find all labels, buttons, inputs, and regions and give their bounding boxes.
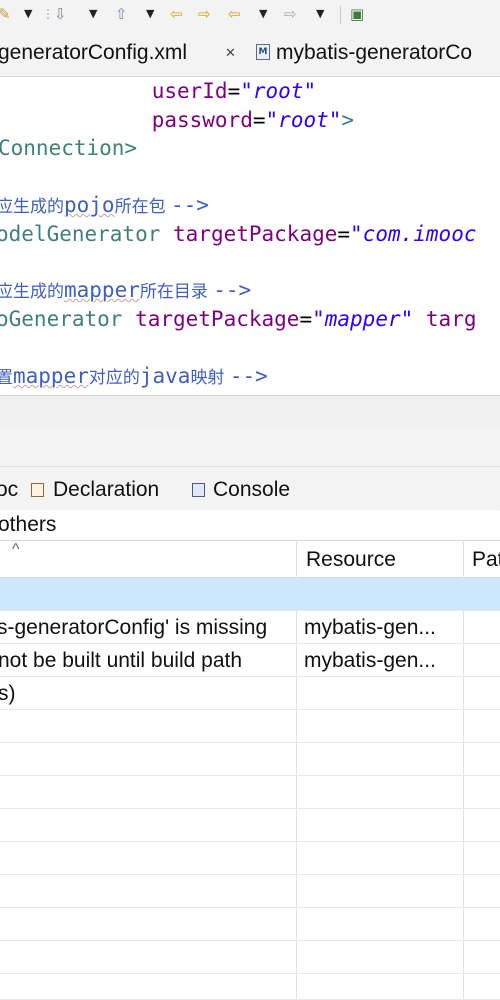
code-line: oGenerator targetPackage="mapper" targ [0, 307, 477, 331]
next-annotation-icon[interactable]: ⇩ [54, 4, 67, 24]
problem-description: s) [0, 682, 16, 705]
table-row[interactable] [0, 842, 500, 875]
code-line: odelGenerator targetPackage="com.imooc [0, 222, 477, 246]
dropdown-arrow-icon[interactable]: ▼ [146, 4, 154, 24]
table-row[interactable] [0, 974, 500, 1000]
tab-mybatis-generatorconfig[interactable]: mybatis-generatorCo [276, 38, 472, 68]
code-comment: 应生成的mapper所在目录 --> [0, 278, 252, 302]
dropdown-arrow-icon[interactable]: ▼ [24, 4, 32, 24]
problem-description [0, 578, 294, 611]
panel-splitter[interactable] [0, 428, 500, 466]
back-icon[interactable]: ⇦ [170, 4, 183, 24]
column-header-path[interactable]: Pat [472, 541, 500, 579]
dropdown-arrow-icon[interactable]: ▼ [316, 4, 324, 24]
problem-description: s-generatorConfig' is missing [0, 616, 268, 639]
table-row[interactable]: s) [0, 677, 500, 710]
dropdown-arrow-icon[interactable]: ▼ [89, 4, 97, 24]
problem-resource: mybatis-gen... [304, 616, 436, 639]
table-row[interactable] [0, 776, 500, 809]
close-tab-icon[interactable]: ✕ [225, 39, 236, 67]
open-perspective-icon[interactable]: ▣ [350, 4, 364, 24]
code-line: userId="root" [151, 79, 317, 103]
forward-icon[interactable]: ⇨ [198, 4, 211, 24]
declaration-icon [31, 483, 44, 497]
tab-declaration[interactable]: Declaration [53, 475, 159, 505]
tab-javadoc[interactable]: oc [0, 475, 18, 505]
dropdown-arrow-icon[interactable]: ▼ [259, 4, 267, 24]
previous-annotation-icon[interactable]: ⇧ [115, 4, 128, 24]
tab-generatorconfig-xml[interactable]: generatorConfig.xml [0, 38, 187, 68]
problem-resource: mybatis-gen... [304, 649, 436, 672]
problem-resource [304, 677, 460, 710]
table-row[interactable] [0, 578, 500, 611]
problem-description: not be built until build path [0, 649, 243, 672]
table-row[interactable] [0, 710, 500, 743]
toolbar-separator [340, 6, 341, 24]
xml-file-icon: M [256, 44, 270, 60]
editor-tab-bar: generatorConfig.xml ✕ M mybatis-generato… [0, 30, 500, 77]
problems-table-header: ^ Resource Pat [0, 540, 500, 578]
main-toolbar: ✎ ▼ ⋮ ⇩ ▼ ⇧ ▼ ⇦ ⇨ ⇦ ▼ ⇨ ▼ ▣ [0, 0, 500, 30]
table-row[interactable] [0, 809, 500, 842]
sort-ascending-icon[interactable]: ^ [12, 543, 32, 581]
last-edit-location-icon[interactable]: ⇦ [228, 4, 241, 24]
xml-editor[interactable]: userId="root" password="root"> Connectio… [0, 77, 500, 395]
view-tab-bar: oc Declaration Console [0, 466, 500, 511]
console-icon [192, 483, 205, 497]
separator-grip-icon: ⋮ [42, 7, 54, 21]
forward-disabled-icon[interactable]: ⇨ [284, 4, 297, 24]
table-row[interactable] [0, 743, 500, 776]
problems-summary: others [0, 510, 498, 540]
table-row[interactable] [0, 875, 500, 908]
editor-horizontal-scrollbar[interactable] [0, 395, 500, 429]
code-comment: 置mapper对应的java映射 --> [0, 364, 268, 388]
table-row[interactable]: s-generatorConfig' is missing mybatis-ge… [0, 611, 500, 644]
pin-icon[interactable]: ✎ [0, 4, 11, 24]
tab-console[interactable]: Console [213, 475, 290, 505]
code-comment: 应生成的pojo所在包 --> [0, 193, 209, 217]
table-row[interactable] [0, 908, 500, 941]
problem-resource [304, 578, 460, 611]
code-line: Connection> [0, 136, 138, 160]
table-row[interactable]: not be built until build path mybatis-ge… [0, 644, 500, 677]
table-row[interactable] [0, 941, 500, 974]
code-line: password="root"> [151, 108, 355, 132]
column-header-resource[interactable]: Resource [306, 541, 456, 579]
